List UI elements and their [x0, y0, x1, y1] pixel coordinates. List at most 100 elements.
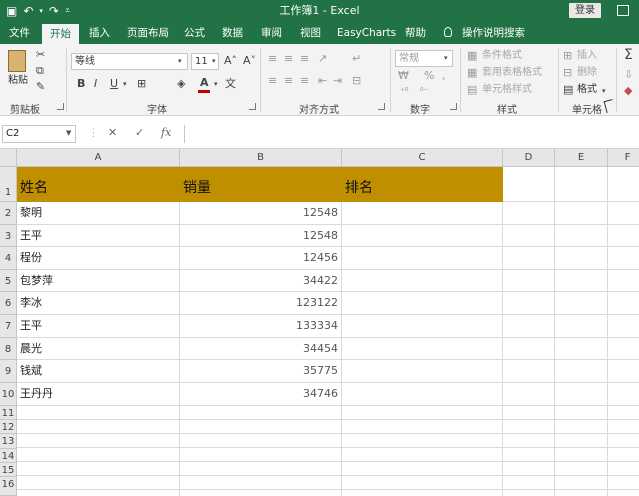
name-cell[interactable]: 包梦萍	[17, 270, 180, 292]
tab-view[interactable]: 视图	[300, 22, 321, 44]
merge-center-icon[interactable]: ⊟	[352, 74, 361, 88]
orientation-icon[interactable]: ↗	[318, 52, 327, 66]
name-cell[interactable]: 李冰	[17, 292, 180, 315]
login-button[interactable]: 登录	[569, 3, 601, 18]
cancel-icon[interactable]: ✕	[108, 125, 117, 141]
row-header[interactable]: 16	[0, 477, 17, 496]
chevron-down-icon[interactable]: ▾	[178, 54, 182, 68]
empty-cell[interactable]	[555, 167, 608, 202]
column-header-d[interactable]: D	[503, 149, 555, 167]
header-cell-name[interactable]: 姓名	[17, 167, 180, 202]
name-cell[interactable]: 钱斌	[17, 360, 180, 383]
autosum-icon[interactable]: Σ	[624, 48, 633, 62]
row-header[interactable]: 8	[0, 338, 17, 360]
decrease-indent-icon[interactable]: ⇤	[318, 74, 327, 88]
empty-grid-area[interactable]	[503, 202, 639, 406]
align-right-icon[interactable]: ≡	[300, 74, 309, 88]
chevron-down-icon[interactable]: ▼	[66, 129, 71, 137]
format-as-table-button[interactable]: 套用表格格式	[482, 66, 542, 80]
sales-cell[interactable]: 12548	[180, 202, 342, 225]
font-launcher-icon[interactable]	[249, 103, 256, 110]
wrap-text-icon[interactable]: ↵	[352, 52, 361, 66]
tab-data[interactable]: 数据	[222, 22, 243, 44]
align-middle-icon[interactable]: ≡	[284, 52, 293, 66]
tell-me-search[interactable]: 操作说明搜索	[462, 22, 525, 44]
rank-cell[interactable]	[342, 360, 503, 383]
tab-formulas[interactable]: 公式	[184, 22, 205, 44]
sales-cell[interactable]: 12548	[180, 225, 342, 247]
name-cell[interactable]: 晨光	[17, 338, 180, 360]
tab-insert[interactable]: 插入	[89, 22, 110, 44]
sales-cell[interactable]: 34454	[180, 338, 342, 360]
delete-cells-button[interactable]: 删除	[577, 66, 597, 80]
fill-color-icon[interactable]: ◈	[177, 77, 185, 91]
shrink-font-icon[interactable]: A˅	[243, 54, 256, 68]
row-header[interactable]: 1	[0, 167, 17, 202]
worksheet-grid[interactable]: A B C D E F 1 2 3 4 5 6 7 8 9 10 11 12 1…	[0, 149, 639, 496]
format-cells-button[interactable]: 格式	[577, 83, 597, 97]
rank-cell[interactable]	[342, 225, 503, 247]
row-header[interactable]: 6	[0, 292, 17, 315]
column-header-c[interactable]: C	[342, 149, 503, 167]
number-launcher-icon[interactable]	[450, 103, 457, 110]
underline-button[interactable]: U	[110, 77, 118, 91]
rank-cell[interactable]	[342, 202, 503, 225]
clear-icon[interactable]: ◆	[624, 84, 632, 98]
row-header[interactable]: 9	[0, 360, 17, 383]
sales-cell[interactable]: 12456	[180, 247, 342, 270]
name-cell[interactable]: 程份	[17, 247, 180, 270]
rank-cell[interactable]	[342, 383, 503, 406]
sales-cell[interactable]: 34746	[180, 383, 342, 406]
row-header[interactable]: 14	[0, 449, 17, 463]
copy-icon[interactable]: ⧉	[36, 64, 44, 78]
align-top-icon[interactable]: ≡	[268, 52, 277, 66]
increase-decimal-icon[interactable]: ⁺⁰	[400, 85, 408, 99]
grow-font-icon[interactable]: A˄	[224, 54, 237, 68]
font-color-icon[interactable]: A	[200, 76, 209, 90]
currency-icon[interactable]: ₩	[398, 69, 409, 83]
chevron-down-icon[interactable]: ▾	[214, 77, 218, 91]
phonetic-icon[interactable]: 文	[225, 77, 236, 91]
decrease-decimal-icon[interactable]: ⁰⁻	[420, 85, 428, 99]
tab-easycharts[interactable]: EasyCharts	[337, 22, 396, 44]
row-header[interactable]: 11	[0, 406, 17, 420]
row-header[interactable]: 15	[0, 463, 17, 477]
chevron-down-icon[interactable]: ▾	[212, 54, 216, 68]
row-header[interactable]: 7	[0, 315, 17, 338]
row-header[interactable]: 10	[0, 383, 17, 406]
paste-icon[interactable]	[8, 50, 26, 72]
cut-icon[interactable]: ✂	[36, 48, 45, 62]
align-bottom-icon[interactable]: ≡	[300, 52, 309, 66]
select-all-corner[interactable]	[0, 149, 17, 167]
cell-styles-button[interactable]: 单元格样式	[482, 83, 532, 97]
clipboard-launcher-icon[interactable]	[57, 103, 64, 110]
header-cell-rank[interactable]: 排名	[342, 167, 503, 202]
name-cell[interactable]: 王平	[17, 315, 180, 338]
ribbon-display-icon[interactable]	[617, 5, 629, 16]
formula-input[interactable]	[184, 125, 639, 143]
empty-cell[interactable]	[503, 167, 555, 202]
paste-button-label[interactable]: 粘贴	[8, 74, 28, 88]
sales-cell[interactable]: 34422	[180, 270, 342, 292]
fill-icon[interactable]: ⇩	[624, 68, 633, 82]
name-cell[interactable]: 王丹丹	[17, 383, 180, 406]
tab-review[interactable]: 审阅	[261, 22, 282, 44]
format-painter-icon[interactable]: ✎	[36, 80, 45, 94]
rank-cell[interactable]	[342, 315, 503, 338]
name-box[interactable]: C2	[2, 125, 76, 143]
bold-button[interactable]: B	[77, 77, 85, 91]
column-header-b[interactable]: B	[180, 149, 342, 167]
column-header-a[interactable]: A	[17, 149, 180, 167]
sales-cell[interactable]: 123122	[180, 292, 342, 315]
empty-grid-area[interactable]	[17, 406, 639, 496]
insert-function-icon[interactable]: fx	[161, 125, 171, 141]
row-header[interactable]: 4	[0, 247, 17, 270]
percent-button[interactable]: %	[424, 69, 434, 83]
sales-cell[interactable]: 133334	[180, 315, 342, 338]
name-cell[interactable]: 王平	[17, 225, 180, 247]
row-header[interactable]: 13	[0, 434, 17, 449]
chevron-down-icon[interactable]: ▾	[444, 51, 448, 65]
alignment-launcher-icon[interactable]	[378, 103, 385, 110]
align-center-icon[interactable]: ≡	[284, 74, 293, 88]
tab-file[interactable]: 文件	[9, 22, 30, 44]
